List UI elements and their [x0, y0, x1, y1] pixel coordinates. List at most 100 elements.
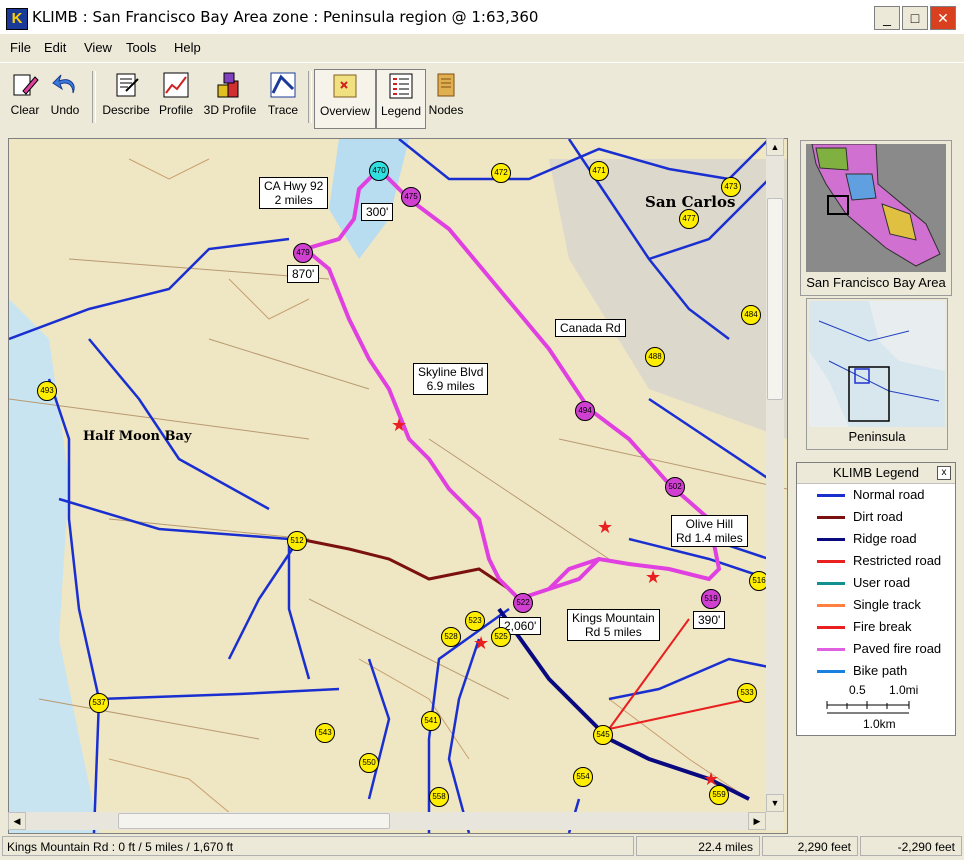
- scale-half-mile-label: 0.5: [849, 683, 866, 697]
- nodes-button[interactable]: Nodes: [426, 69, 466, 127]
- route-label-distance: Rd 1.4 miles: [676, 531, 743, 545]
- route-node-522[interactable]: 522: [513, 593, 533, 613]
- route-label-kings-mountain[interactable]: Kings Mountain Rd 5 miles: [567, 609, 660, 641]
- route-node-475[interactable]: 475: [401, 187, 421, 207]
- waypoint-star-icon[interactable]: ★: [703, 769, 719, 790]
- map-node-473[interactable]: 473: [721, 177, 741, 197]
- map-node-537[interactable]: 537: [89, 693, 109, 713]
- profile-button[interactable]: Profile: [156, 69, 196, 127]
- scroll-left-arrow-icon[interactable]: ◀: [8, 812, 26, 830]
- waypoint-star-icon[interactable]: ★: [391, 415, 407, 436]
- describe-icon: [116, 73, 139, 97]
- legend-item-label: Paved fire road: [853, 641, 942, 656]
- legend-item-label: Ridge road: [853, 531, 917, 546]
- map-node-523[interactable]: 523: [465, 611, 485, 631]
- waypoint-star-icon[interactable]: ★: [645, 567, 661, 588]
- 3d-profile-label: 3D Profile: [203, 103, 257, 117]
- legend-button[interactable]: Legend: [376, 69, 426, 129]
- map-node-488[interactable]: 488: [645, 347, 665, 367]
- route-node-479[interactable]: 479: [293, 243, 313, 263]
- legend-swatch: [817, 494, 845, 497]
- route-label-name: Olive Hill: [685, 517, 734, 531]
- map-node-554[interactable]: 554: [573, 767, 593, 787]
- map-horizontal-scrollbar[interactable]: ◀ ▶: [8, 812, 766, 830]
- trace-button[interactable]: Trace: [264, 69, 302, 127]
- map-node-533[interactable]: 533: [737, 683, 757, 703]
- route-node-502[interactable]: 502: [665, 477, 685, 497]
- elevation-label-870: 870': [287, 265, 320, 283]
- window-title: KLIMB : San Francisco Bay Area zone : Pe…: [32, 8, 539, 26]
- scroll-down-arrow-icon[interactable]: ▼: [766, 794, 784, 812]
- region-overview-panel[interactable]: Peninsula: [806, 298, 948, 450]
- waypoint-star-icon[interactable]: ★: [597, 517, 613, 538]
- route-label-olive-hill[interactable]: Olive Hill Rd 1.4 miles: [671, 515, 748, 547]
- menu-tools[interactable]: Tools: [126, 40, 156, 55]
- route-label-hwy92[interactable]: CA Hwy 92 2 miles: [259, 177, 329, 209]
- scroll-up-arrow-icon[interactable]: ▲: [766, 138, 784, 156]
- map-node-512[interactable]: 512: [287, 531, 307, 551]
- region-caption: Peninsula: [848, 429, 906, 444]
- describe-button[interactable]: Describe: [100, 69, 152, 127]
- scroll-right-arrow-icon[interactable]: ▶: [748, 812, 766, 830]
- legend-close-button[interactable]: x: [937, 466, 951, 480]
- california-zone-map[interactable]: [806, 144, 946, 272]
- clear-label: Clear: [10, 103, 40, 117]
- profile-label: Profile: [158, 103, 193, 117]
- undo-icon: [52, 74, 75, 94]
- overview-button[interactable]: Overview: [314, 69, 376, 129]
- route-label-canada-rd[interactable]: Canada Rd: [555, 319, 626, 337]
- legend-item: User road: [797, 573, 955, 593]
- route-node-470[interactable]: 470: [369, 161, 389, 181]
- map-node-550[interactable]: 550: [359, 753, 379, 773]
- map-view[interactable]: Half Moon Bay San Carlos CA Hwy 92 2 mil…: [8, 138, 788, 834]
- map-node-471[interactable]: 471: [589, 161, 609, 181]
- waypoint-star-icon[interactable]: ★: [473, 633, 489, 654]
- profile-chart-icon: [163, 72, 189, 98]
- map-node-541[interactable]: 541: [421, 711, 441, 731]
- scale-km-label: 1.0km: [863, 717, 896, 731]
- legend-item-label: Dirt road: [853, 509, 903, 524]
- menu-help[interactable]: Help: [174, 40, 201, 55]
- map-node-558[interactable]: 558: [429, 787, 449, 807]
- route-label-name: Kings Mountain: [572, 611, 655, 625]
- route-node-519[interactable]: 519: [701, 589, 721, 609]
- route-label-skyline[interactable]: Skyline Blvd 6.9 miles: [413, 363, 489, 395]
- zone-overview-panel[interactable]: San Francisco Bay Area: [800, 140, 952, 296]
- clear-button[interactable]: Clear: [6, 69, 44, 127]
- place-half-moon-bay: Half Moon Bay: [83, 429, 192, 444]
- peninsula-region-map[interactable]: [809, 301, 945, 427]
- map-node-543[interactable]: 543: [315, 723, 335, 743]
- menu-view[interactable]: View: [84, 40, 112, 55]
- legend-item: Dirt road: [797, 507, 955, 527]
- title-bar: K KLIMB : San Francisco Bay Area zone : …: [0, 0, 964, 34]
- map-node-545[interactable]: 545: [593, 725, 613, 745]
- status-bar: Kings Mountain Rd : 0 ft / 5 miles / 1,6…: [0, 834, 964, 860]
- horizontal-scroll-thumb[interactable]: [118, 813, 390, 829]
- vertical-scroll-thumb[interactable]: [767, 198, 783, 400]
- route-label-name: CA Hwy 92: [264, 179, 324, 193]
- map-node-528[interactable]: 528: [441, 627, 461, 647]
- menu-edit[interactable]: Edit: [44, 40, 66, 55]
- map-node-493[interactable]: 493: [37, 381, 57, 401]
- map-node-477[interactable]: 477: [679, 209, 699, 229]
- legend-item-label: User road: [853, 575, 911, 590]
- 3d-profile-button[interactable]: 3D Profile: [200, 69, 260, 127]
- map-node-472[interactable]: 472: [491, 163, 511, 183]
- 3d-blocks-icon: [217, 72, 239, 98]
- legend-swatch: [817, 538, 845, 541]
- scroll-corner: [766, 812, 784, 830]
- minimize-button[interactable]: _: [874, 6, 900, 30]
- map-node-484[interactable]: 484: [741, 305, 761, 325]
- legend-swatch: [817, 582, 845, 585]
- status-elevation-delta: -2,290 feet: [860, 836, 962, 856]
- klimb-app-icon[interactable]: K: [6, 8, 28, 30]
- map-node-525[interactable]: 525: [491, 627, 511, 647]
- legend-list-icon: [389, 73, 413, 99]
- undo-button[interactable]: Undo: [46, 69, 84, 127]
- close-button[interactable]: ✕: [930, 6, 956, 30]
- toolbar: Clear Undo Describe Profile 3D Profile T…: [0, 62, 964, 131]
- map-vertical-scrollbar[interactable]: ▲ ▼: [766, 138, 784, 812]
- menu-file[interactable]: File: [10, 40, 31, 55]
- maximize-button[interactable]: □: [902, 6, 928, 30]
- route-node-494[interactable]: 494: [575, 401, 595, 421]
